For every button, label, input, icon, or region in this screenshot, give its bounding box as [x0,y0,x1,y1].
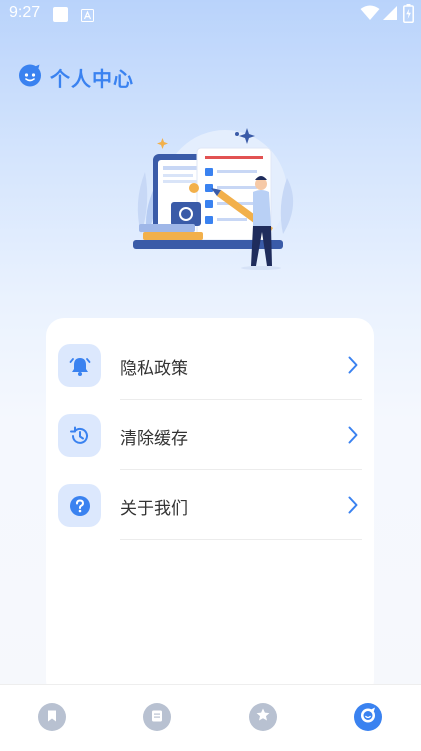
chevron-right-icon [348,426,358,448]
signal-icon [382,5,398,25]
menu-item-clear-cache[interactable]: 清除缓存 [58,400,362,470]
chevron-right-icon [348,356,358,378]
page-header: 个人中心 [18,62,134,92]
menu-item-label: 关于我们 [120,499,188,519]
divider [120,539,362,540]
wifi-icon [360,5,380,25]
history-icon [58,414,101,457]
menu-card: 隐私政策 清除缓存 关于我们 [46,318,374,698]
menu-item-about-us[interactable]: 关于我们 [58,470,362,540]
tab-profile[interactable] [354,703,382,731]
menu-item-label: 隐私政策 [120,359,188,379]
notes-icon [150,708,164,727]
page-title: 个人中心 [50,66,134,91]
profile-icon [359,706,377,728]
bookmark-icon [45,708,59,727]
tab-notes[interactable] [143,703,171,731]
tab-bookmark[interactable] [38,703,66,731]
status-time: 9:27 [9,4,41,21]
tab-star[interactable] [249,703,277,731]
status-bar: 9:27 [0,0,421,28]
font-a-icon [81,7,94,26]
hero-illustration [125,122,303,272]
chevron-right-icon [348,496,358,518]
star-icon [255,707,271,727]
bottom-tab-bar [0,684,421,751]
notification-square-icon [52,6,69,27]
menu-item-label: 清除缓存 [120,429,188,449]
battery-charging-icon [403,4,414,27]
smiley-face-icon [18,63,42,91]
bell-icon [58,344,101,387]
question-icon [58,484,101,527]
menu-item-privacy-policy[interactable]: 隐私政策 [58,330,362,400]
